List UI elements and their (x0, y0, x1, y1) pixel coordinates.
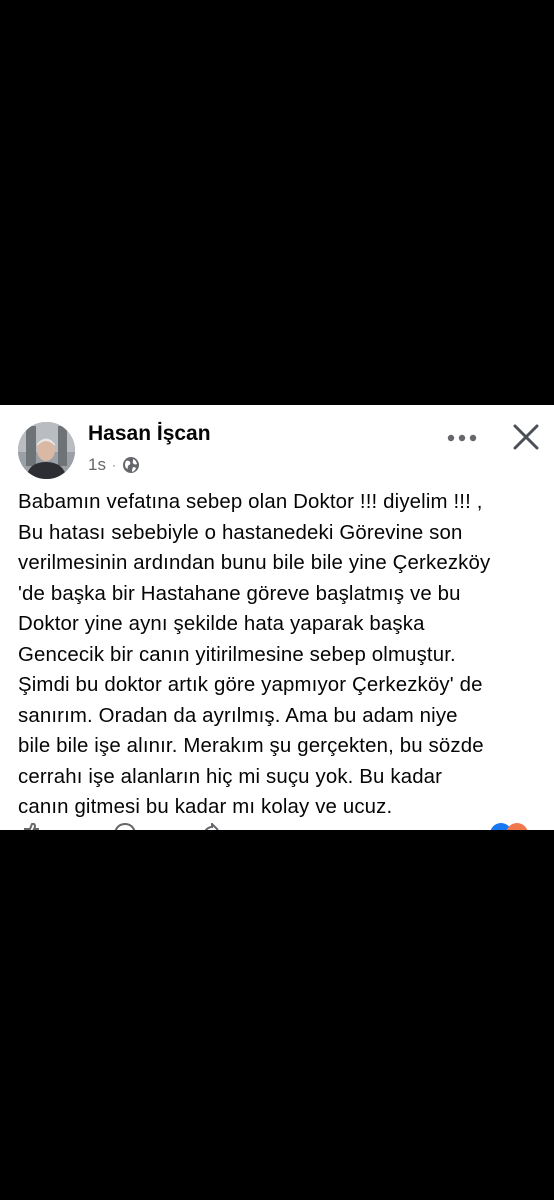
post-action-bar (0, 821, 554, 830)
more-options-icon (447, 434, 477, 442)
close-button[interactable] (506, 417, 546, 457)
love-reaction-icon (506, 823, 528, 830)
avatar[interactable] (18, 422, 75, 479)
avatar-photo (18, 422, 75, 479)
globe-icon (122, 456, 140, 474)
post-card: Hasan İşcan 1s · Babamın vefatına sebep … (0, 405, 554, 830)
post-meta: 1s · (88, 455, 140, 475)
close-icon (513, 424, 539, 450)
share-icon[interactable] (200, 821, 220, 830)
more-options-button[interactable] (444, 424, 480, 452)
like-icon[interactable] (22, 822, 42, 830)
reaction-icons[interactable] (490, 823, 534, 830)
meta-separator: · (111, 458, 116, 472)
comment-icon[interactable] (112, 822, 138, 830)
post-timestamp[interactable]: 1s (88, 455, 106, 475)
author-name[interactable]: Hasan İşcan (88, 422, 211, 446)
post-text: Babamın vefatına sebep olan Doktor !!! d… (18, 491, 491, 818)
screen: Hasan İşcan 1s · Babamın vefatına sebep … (0, 0, 554, 1200)
